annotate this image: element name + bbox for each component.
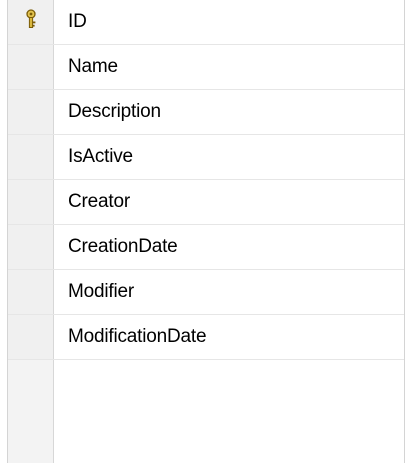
column-row-id[interactable]: ID [8, 0, 404, 45]
empty-new-row[interactable] [8, 360, 404, 463]
row-header[interactable] [8, 315, 54, 359]
column-name[interactable]: ModificationDate [54, 315, 404, 359]
row-header[interactable] [8, 135, 54, 179]
row-header[interactable] [8, 45, 54, 89]
column-name[interactable]: Creator [54, 180, 404, 224]
row-header[interactable] [8, 0, 54, 44]
column-row-name[interactable]: Name [8, 45, 404, 90]
row-header[interactable] [8, 225, 54, 269]
column-grid: ID Name Description IsActive Creator Cre… [7, 0, 405, 463]
column-name[interactable]: Name [54, 45, 404, 89]
column-row-isactive[interactable]: IsActive [8, 135, 404, 180]
row-header[interactable] [8, 360, 54, 463]
column-row-creationdate[interactable]: CreationDate [8, 225, 404, 270]
row-header[interactable] [8, 180, 54, 224]
row-header[interactable] [8, 270, 54, 314]
primary-key-icon [22, 9, 40, 29]
column-name[interactable]: Description [54, 90, 404, 134]
column-row-description[interactable]: Description [8, 90, 404, 135]
empty-cell[interactable] [54, 360, 404, 463]
column-name[interactable]: CreationDate [54, 225, 404, 269]
column-row-modificationdate[interactable]: ModificationDate [8, 315, 404, 360]
column-row-creator[interactable]: Creator [8, 180, 404, 225]
column-name[interactable]: Modifier [54, 270, 404, 314]
row-header[interactable] [8, 90, 54, 134]
table-designer: ID Name Description IsActive Creator Cre… [0, 0, 411, 463]
column-name[interactable]: ID [54, 0, 404, 44]
column-name[interactable]: IsActive [54, 135, 404, 179]
column-row-modifier[interactable]: Modifier [8, 270, 404, 315]
